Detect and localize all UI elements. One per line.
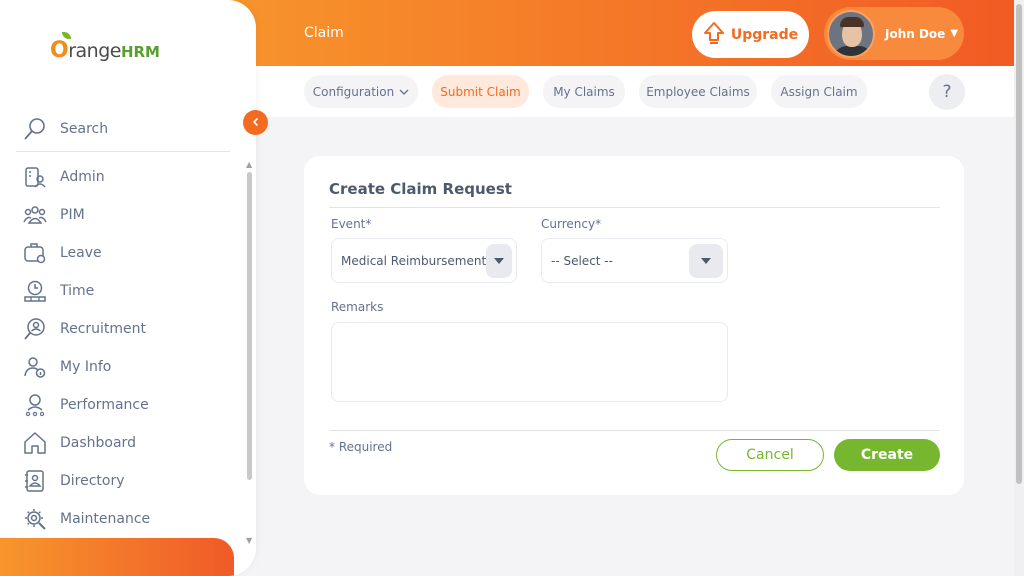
sidebar-item-dashboard[interactable]: Dashboard: [16, 424, 230, 462]
sidebar-item-recruitment[interactable]: Recruitment: [16, 310, 230, 348]
help-icon: ?: [942, 82, 952, 102]
remarks-textarea[interactable]: [331, 322, 728, 402]
tab-my-claims[interactable]: My Claims: [543, 75, 625, 108]
chevron-left-icon: [251, 115, 261, 131]
remarks-label: Remarks: [331, 300, 384, 314]
pim-icon: [22, 202, 48, 228]
currency-value: -- Select --: [551, 253, 613, 268]
search-icon: [22, 116, 48, 142]
maintenance-icon: [22, 506, 48, 532]
upgrade-button[interactable]: Upgrade: [692, 11, 809, 58]
tab-assign-claim[interactable]: Assign Claim: [771, 75, 867, 108]
admin-icon: [22, 164, 48, 190]
time-icon: [22, 278, 48, 304]
currency-select[interactable]: -- Select --: [541, 238, 728, 283]
scroll-up-arrow-icon[interactable]: ▲: [246, 160, 252, 169]
sidebar-item-label: Leave: [60, 245, 102, 261]
tab-submit-claim[interactable]: Submit Claim: [432, 75, 529, 108]
event-label: Event*: [331, 217, 372, 231]
leave-icon: [22, 240, 48, 266]
form-title: Create Claim Request: [329, 180, 512, 198]
sidebar-item-label: Directory: [60, 473, 125, 489]
recruitment-icon: [22, 316, 48, 342]
sidebar-item-label: Dashboard: [60, 435, 136, 451]
tab-label: Employee Claims: [646, 84, 750, 99]
tab-label: Assign Claim: [780, 84, 858, 99]
caret-down-icon[interactable]: [486, 243, 512, 278]
event-value: Medical Reimbursement: [341, 253, 487, 268]
sidebar-menu: Admin PIM Leave Time Recruitment My Info…: [16, 158, 230, 538]
sidebar-item-label: Recruitment: [60, 321, 147, 337]
search-label: Search: [60, 120, 109, 137]
caret-down-icon: ▼: [950, 28, 959, 39]
tab-employee-claims[interactable]: Employee Claims: [639, 75, 757, 108]
page-scrollbar[interactable]: [1014, 0, 1024, 576]
sidebar-item-label: Admin: [60, 169, 105, 185]
sidebar-scrollbar[interactable]: ▲ ▼: [244, 160, 254, 546]
avatar: [827, 9, 875, 58]
tab-configuration[interactable]: Configuration: [304, 75, 418, 108]
currency-label: Currency*: [541, 217, 602, 231]
sidebar-item-performance[interactable]: Performance: [16, 386, 230, 424]
page-title: Claim: [304, 25, 344, 41]
sidebar-item-label: My Info: [60, 359, 112, 375]
upgrade-arrow-icon: [703, 21, 725, 49]
chevron-down-icon: [399, 85, 409, 99]
sidebar-item-label: Performance: [60, 397, 149, 413]
my-info-icon: [22, 354, 48, 380]
user-name: John Doe: [885, 26, 946, 41]
sidebar-item-directory[interactable]: Directory: [16, 462, 230, 500]
sidebar-item-time[interactable]: Time: [16, 272, 230, 310]
directory-icon: [22, 468, 48, 494]
sidebar-item-label: Time: [60, 283, 95, 299]
top-nav: Configuration Submit Claim My Claims Emp…: [256, 66, 1014, 117]
tab-label: Submit Claim: [440, 84, 521, 99]
required-note: * Required: [329, 440, 393, 454]
create-button[interactable]: Create: [834, 439, 940, 471]
sidebar-item-label: Maintenance: [60, 511, 151, 527]
sidebar-item-maintenance[interactable]: Maintenance: [16, 500, 230, 538]
sidebar-search[interactable]: Search: [16, 106, 230, 152]
sidebar-active-item-highlight[interactable]: [0, 538, 234, 576]
sidebar-item-pim[interactable]: PIM: [16, 196, 230, 234]
sidebar-scroll-thumb[interactable]: [247, 172, 252, 480]
dashboard-icon: [22, 430, 48, 456]
sidebar-collapse-button[interactable]: [243, 110, 268, 135]
upgrade-label: Upgrade: [730, 26, 799, 43]
event-select[interactable]: Medical Reimbursement: [331, 238, 517, 283]
brand-logo: OrangeHRM: [50, 32, 170, 68]
divider: [329, 207, 940, 208]
cancel-button[interactable]: Cancel: [716, 439, 824, 471]
scroll-down-arrow-icon[interactable]: ▼: [246, 536, 252, 545]
user-menu[interactable]: John Doe ▼: [824, 7, 964, 60]
caret-down-icon[interactable]: [689, 243, 723, 278]
sidebar-item-admin[interactable]: Admin: [16, 158, 230, 196]
page-scroll-thumb[interactable]: [1016, 4, 1022, 484]
help-button[interactable]: ?: [929, 74, 965, 110]
divider: [329, 430, 940, 431]
claim-request-card: Create Claim Request Event* Medical Reim…: [304, 156, 964, 495]
performance-icon: [22, 392, 48, 418]
sidebar-item-my-info[interactable]: My Info: [16, 348, 230, 386]
sidebar-item-label: PIM: [60, 207, 85, 223]
tab-label: Configuration: [312, 84, 395, 99]
tab-label: My Claims: [553, 84, 615, 99]
sidebar: OrangeHRM Search Admin PIM Leave Time Re…: [0, 0, 256, 576]
sidebar-item-leave[interactable]: Leave: [16, 234, 230, 272]
